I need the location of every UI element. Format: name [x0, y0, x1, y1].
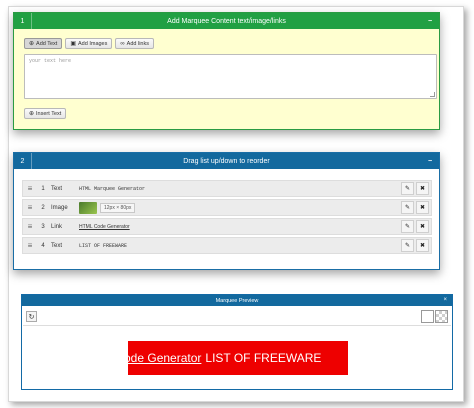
add-text-button[interactable]: ⊕ Add Text [24, 38, 63, 49]
edit-pencil-icon[interactable]: ✎ [401, 220, 414, 233]
delete-x-icon[interactable]: ✖ [416, 182, 429, 195]
add-links-label: Add links [126, 40, 149, 47]
edit-pencil-icon[interactable]: ✎ [401, 201, 414, 214]
item-content: HTML Marquee Generator [79, 185, 146, 192]
list-item[interactable]: ≡ 4 Text LIST OF FREEWARE ✎ ✖ [22, 237, 432, 254]
image-icon: ▣ [70, 40, 77, 47]
content-textarea[interactable]: your text here [24, 54, 437, 99]
item-type: Image [51, 204, 68, 211]
item-type: Link [51, 223, 63, 230]
add-images-button[interactable]: ▣ Add Images [65, 38, 113, 49]
panel-number: 2 [14, 153, 32, 169]
panel-title: Drag list up/down to reorder [183, 157, 270, 165]
image-size-chip[interactable]: 12px × 80px [100, 202, 136, 213]
plus-circle-icon: ⊕ [29, 40, 35, 47]
list-item[interactable]: ≡ 1 Text HTML Marquee Generator ✎ ✖ [22, 180, 432, 197]
item-content: 12px × 80px [79, 201, 399, 214]
item-type: Text [51, 242, 63, 249]
add-links-button[interactable]: ∞ Add links [115, 38, 154, 49]
close-icon[interactable]: × [443, 295, 447, 306]
add-content-panel: 1 Add Marquee Content text/image/links −… [13, 12, 440, 130]
marquee-preview-panel: Marquee Preview × ↻ ode Generator LIST OF… [21, 294, 453, 390]
edit-pencil-icon[interactable]: ✎ [401, 182, 414, 195]
preview-toolbar: ↻ [23, 308, 451, 326]
edit-pencil-icon[interactable]: ✎ [401, 239, 414, 252]
textarea-placeholder: your text here [29, 58, 72, 64]
add-text-label: Add Text [36, 40, 58, 47]
image-thumbnail [79, 201, 97, 214]
background-transparent-swatch[interactable] [435, 310, 448, 323]
panel-number: 1 [14, 13, 32, 29]
marquee-link[interactable]: ode Generator [128, 351, 201, 365]
panel-title: Marquee Preview [215, 297, 259, 304]
drag-handle-icon[interactable]: ≡ [23, 241, 37, 250]
item-number: 3 [41, 223, 45, 230]
marquee-text: LIST OF FREEWARE [205, 351, 322, 365]
insert-text-button[interactable]: ⊕ Insert Text [24, 108, 67, 119]
marquee-content: ode Generator LIST OF FREEWARE [128, 351, 321, 365]
list-item[interactable]: ≡ 2 Image 12px × 80px ✎ ✖ [22, 199, 432, 216]
background-white-swatch[interactable] [421, 310, 434, 323]
delete-x-icon[interactable]: ✖ [416, 220, 429, 233]
reorder-panel: 2 Drag list up/down to reorder − ≡ 1 Tex… [13, 152, 440, 270]
link-icon: ∞ [120, 40, 125, 47]
item-content: HTML Code Generator [79, 223, 130, 230]
item-content: LIST OF FREEWARE [79, 242, 128, 249]
resize-grip-icon[interactable] [430, 92, 435, 97]
refresh-icon[interactable]: ↻ [26, 311, 37, 322]
delete-x-icon[interactable]: ✖ [416, 201, 429, 214]
item-number: 4 [41, 242, 45, 249]
add-images-label: Add Images [78, 40, 108, 47]
marquee-preview: ode Generator LIST OF FREEWARE [128, 341, 348, 375]
panel-title: Add Marquee Content text/image/links [167, 17, 286, 25]
drag-handle-icon[interactable]: ≡ [23, 184, 37, 193]
delete-x-icon[interactable]: ✖ [416, 239, 429, 252]
item-number: 1 [41, 185, 45, 192]
drag-handle-icon[interactable]: ≡ [23, 203, 37, 212]
content-type-toolbar: ⊕ Add Text ▣ Add Images ∞ Add links [24, 38, 154, 49]
drag-handle-icon[interactable]: ≡ [23, 222, 37, 231]
item-type: Text [51, 185, 63, 192]
insert-text-label: Insert Text [36, 110, 62, 117]
collapse-icon[interactable]: − [421, 18, 439, 25]
collapse-icon[interactable]: − [421, 158, 439, 165]
add-content-panel-header[interactable]: 1 Add Marquee Content text/image/links − [14, 13, 439, 29]
item-number: 2 [41, 204, 45, 211]
list-item[interactable]: ≡ 3 Link HTML Code Generator ✎ ✖ [22, 218, 432, 235]
reorder-panel-header[interactable]: 2 Drag list up/down to reorder − [14, 153, 439, 169]
preview-panel-header: Marquee Preview × [22, 295, 452, 306]
content-list: ≡ 1 Text HTML Marquee Generator ✎ ✖ ≡ 2 … [22, 180, 432, 256]
plus-circle-icon: ⊕ [29, 110, 35, 117]
